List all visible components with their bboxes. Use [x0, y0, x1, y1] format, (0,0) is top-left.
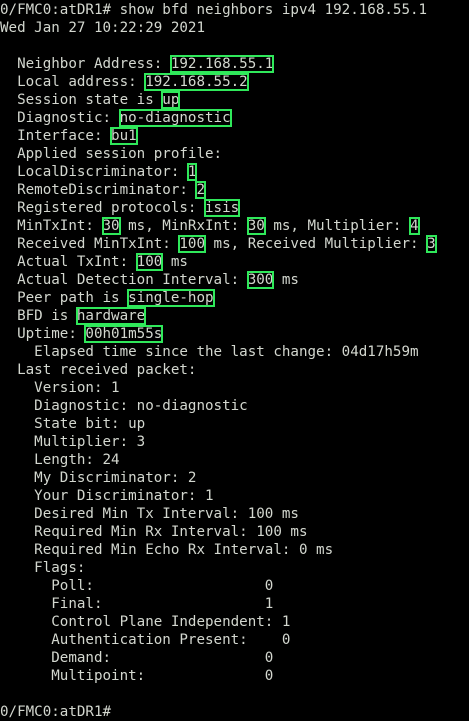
received-min-tx-value: 100	[178, 235, 206, 253]
session-profile-row: Applied session profile:	[0, 146, 223, 162]
packet-line: Multiplier: 3	[0, 434, 146, 450]
uptime-value: 00h01m55s	[84, 325, 164, 343]
actual-detection-row: Actual Detection Interval: 300 ms	[0, 271, 469, 289]
diagnostic-value: no-diagnostic	[118, 109, 232, 127]
session-state-value: up	[161, 91, 181, 109]
packet-line: State bit: up	[0, 416, 146, 432]
packet-line: Last received packet:	[0, 362, 197, 378]
packet-line: Required Min Echo Rx Interval: 0 ms	[0, 542, 334, 558]
field-label: LocalDiscriminator:	[0, 164, 188, 180]
field-label: Peer path is	[0, 290, 129, 306]
packet-line: Diagnostic: no-diagnostic	[0, 398, 248, 414]
packet-line: Demand: 0	[0, 650, 274, 666]
packet-line: Your Discriminator: 1	[0, 488, 214, 504]
min-rx-int-value: 30	[246, 217, 266, 235]
received-intervals-row: Received MinTxInt: 100 ms, Received Mult…	[0, 235, 469, 253]
packet-line: Multipoint: 0	[0, 668, 274, 684]
packet-line: Authentication Present: 0	[0, 632, 291, 648]
peer-path-row: Peer path is single-hop	[0, 289, 469, 307]
received-multiplier-value: 3	[426, 235, 437, 253]
interface-value: bu1	[110, 127, 138, 145]
local-discriminator-value: 1	[186, 163, 198, 181]
field-label: ms, MinRxInt:	[119, 218, 248, 234]
field-label: Received MinTxInt:	[0, 236, 180, 252]
field-label: Session state is	[0, 92, 163, 108]
field-label: ms, Multiplier:	[264, 218, 411, 234]
neighbor-address-row: Neighbor Address: 192.168.55.1	[0, 55, 469, 73]
terminal-window[interactable]: 0/FMC0:atDR1# show bfd neighbors ipv4 19…	[0, 0, 469, 721]
field-label: Neighbor Address:	[0, 56, 171, 72]
unit-label: ms	[162, 254, 188, 270]
packet-line: Flags:	[0, 560, 86, 576]
field-label: MinTxInt:	[0, 218, 103, 234]
packet-line: Required Min Rx Interval: 100 ms	[0, 524, 308, 540]
packet-line: Poll: 0	[0, 578, 274, 594]
remote-discriminator-value: 2	[195, 181, 206, 199]
shell-prompt[interactable]: 0/FMC0:atDR1#	[0, 703, 469, 721]
bfd-mode-value: hardware	[75, 307, 147, 325]
remote-discriminator-row: RemoteDiscriminator: 2	[0, 181, 469, 199]
field-label: RemoteDiscriminator:	[0, 182, 197, 198]
field-label: Actual TxInt:	[0, 254, 137, 270]
packet-line: Desired Min Tx Interval: 100 ms	[0, 506, 299, 522]
registered-protocols-row: Registered protocols: isis	[0, 199, 469, 217]
local-address-value: 192.168.55.2	[144, 73, 249, 91]
neighbor-address-value: 192.168.55.1	[169, 55, 275, 73]
timestamp: Wed Jan 27 10:22:29 2021	[0, 20, 205, 36]
min-tx-int-value: 30	[101, 217, 121, 235]
field-label: Diagnostic:	[0, 110, 120, 126]
uptime-row: Uptime: 00h01m55s	[0, 325, 469, 343]
packet-line: Final: 1	[0, 596, 274, 612]
actual-tx-int-value: 100	[135, 253, 164, 271]
field-label: Registered protocols:	[0, 200, 205, 216]
local-discriminator-row: LocalDiscriminator: 1	[0, 163, 469, 181]
elapsed-time-row: Elapsed time since the last change: 04d1…	[0, 344, 419, 360]
bfd-mode-row: BFD is hardware	[0, 307, 469, 325]
diagnostic-row: Diagnostic: no-diagnostic	[0, 109, 469, 127]
command-line: 0/FMC0:atDR1# show bfd neighbors ipv4 19…	[0, 2, 428, 18]
actual-tx-int-row: Actual TxInt: 100 ms	[0, 253, 469, 271]
actual-detection-value: 300	[246, 271, 275, 289]
field-label: BFD is	[0, 308, 77, 324]
multiplier-value: 4	[409, 217, 420, 235]
field-label: Interface:	[0, 128, 112, 144]
packet-line: Length: 24	[0, 452, 120, 468]
field-label: Local address:	[0, 74, 146, 90]
packet-line: Control Plane Independent: 1	[0, 614, 291, 630]
unit-label: ms	[273, 272, 299, 288]
packet-line: Version: 1	[0, 380, 120, 396]
peer-path-value: single-hop	[127, 289, 215, 307]
field-label: Uptime:	[0, 326, 86, 342]
field-label: Actual Detection Interval:	[0, 272, 248, 288]
packet-line: My Discriminator: 2	[0, 470, 197, 486]
min-intervals-row: MinTxInt: 30 ms, MinRxInt: 30 ms, Multip…	[0, 217, 469, 235]
session-state-row: Session state is up	[0, 91, 469, 109]
registered-protocols-value: isis	[203, 199, 241, 217]
interface-row: Interface: bu1	[0, 127, 469, 145]
local-address-row: Local address: 192.168.55.2	[0, 73, 469, 91]
field-label: ms, Received Multiplier:	[205, 236, 428, 252]
